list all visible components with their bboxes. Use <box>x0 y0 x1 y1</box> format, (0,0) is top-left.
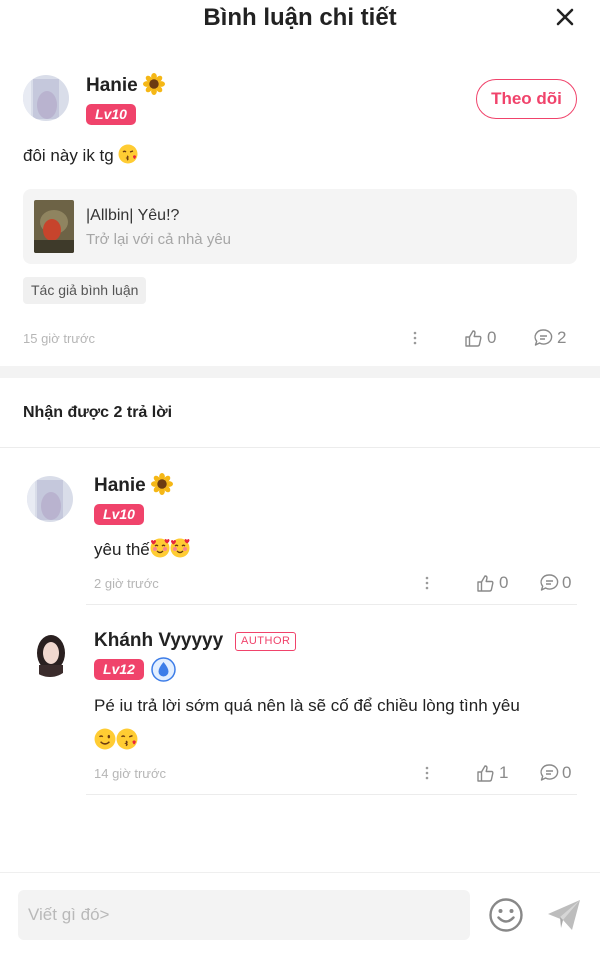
reply-text-content: yêu thế <box>94 540 150 559</box>
more-icon[interactable] <box>424 576 430 590</box>
send-icon[interactable] <box>545 896 583 934</box>
comment-count: 0 <box>562 763 572 782</box>
author-tag: Tác giả bình luận <box>23 277 147 304</box>
like-icon[interactable] <box>476 573 496 593</box>
reply-username-text: Hanie <box>94 475 146 496</box>
sunflower-icon <box>151 473 174 495</box>
page-title: Bình luận chi tiết <box>203 4 397 31</box>
header: Bình luận chi tiết <box>0 0 600 40</box>
comment-text: đôi này ik tg <box>23 144 139 166</box>
divider <box>0 447 600 448</box>
reply-text: Pé iu trả lời sớm quá nên là sẽ cố để ch… <box>94 696 520 715</box>
close-icon[interactable] <box>552 4 578 30</box>
comment-count: 0 <box>562 573 572 592</box>
follow-button[interactable]: Theo dõi <box>476 79 577 119</box>
username[interactable]: Hanie <box>86 73 166 97</box>
more-icon[interactable] <box>424 766 430 780</box>
emoji-picker-icon[interactable] <box>488 897 524 933</box>
like-count: 0 <box>487 328 497 347</box>
love-emoji-icon <box>169 538 190 558</box>
wink-emoji-icon <box>94 728 116 750</box>
avatar[interactable] <box>23 75 69 121</box>
avatar[interactable] <box>27 476 73 522</box>
comment-text-content: đôi này ik tg <box>23 146 114 165</box>
like-count: 1 <box>499 763 509 782</box>
divider <box>86 794 577 795</box>
avatar[interactable] <box>27 631 73 677</box>
love-emoji-icon <box>149 538 170 558</box>
reply-text: yêu thế <box>94 538 190 560</box>
replies-heading: Nhận được 2 trả lời <box>23 404 173 421</box>
kiss-emoji-icon <box>116 728 138 750</box>
reply-username[interactable]: Khánh Vyyyyy <box>94 630 223 652</box>
song-title: |Allbin| Yêu!? <box>86 207 180 224</box>
like-count: 0 <box>499 573 509 592</box>
reply-count: 2 <box>557 328 567 347</box>
section-divider <box>0 366 600 378</box>
reply-username[interactable]: Hanie <box>94 473 174 497</box>
comment-icon[interactable] <box>539 573 560 593</box>
song-subtitle: Trở lại với cả nhà yêu <box>86 231 232 248</box>
song-card[interactable]: |Allbin| Yêu!? Trở lại với cả nhà yêu <box>23 189 577 264</box>
song-thumbnail <box>34 200 74 253</box>
reply-emojis <box>94 728 138 752</box>
like-icon[interactable] <box>476 763 496 783</box>
divider <box>86 604 577 605</box>
comment-input[interactable] <box>18 890 470 940</box>
timestamp: 15 giờ trước <box>23 331 95 346</box>
more-icon[interactable] <box>412 331 418 345</box>
author-badge: AUTHOR <box>235 632 297 651</box>
comment-icon[interactable] <box>539 763 560 783</box>
sunflower-icon <box>143 73 166 95</box>
timestamp: 2 giờ trước <box>94 576 159 591</box>
vip-droplet-icon <box>151 657 176 682</box>
level-badge: Lv12 <box>94 659 144 680</box>
level-badge: Lv10 <box>94 504 144 525</box>
comment-icon[interactable] <box>533 328 554 348</box>
level-badge: Lv10 <box>86 104 136 125</box>
like-icon[interactable] <box>464 328 484 348</box>
timestamp: 14 giờ trước <box>94 766 166 781</box>
kiss-emoji-icon <box>118 144 139 164</box>
username-text: Hanie <box>86 75 138 96</box>
